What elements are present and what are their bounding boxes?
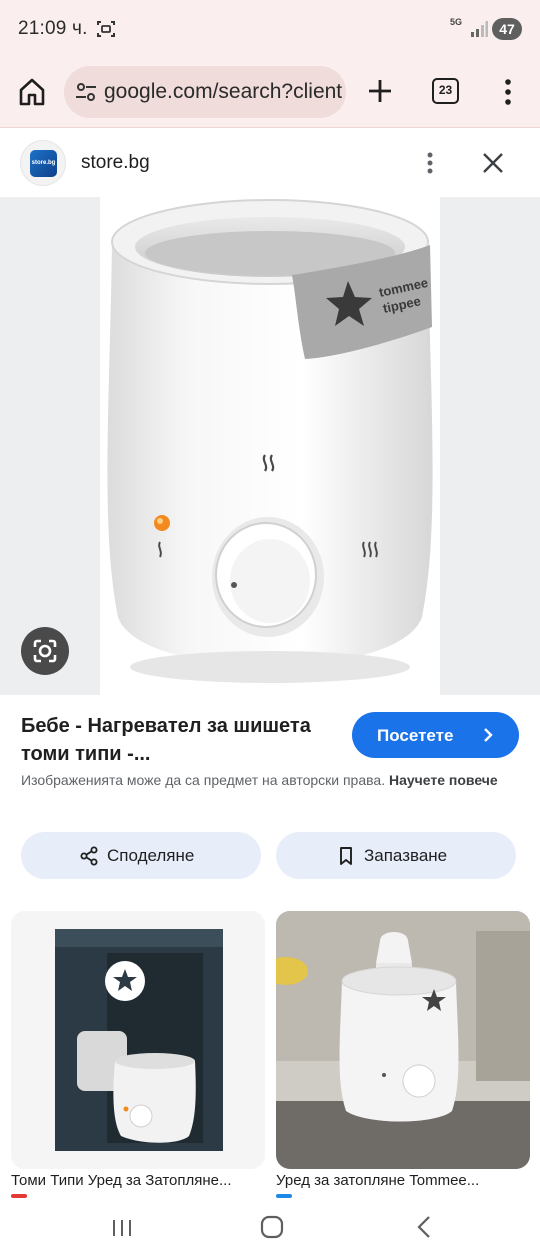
battery-indicator: 47: [492, 18, 522, 40]
main-image-area[interactable]: tommee tippee: [0, 197, 540, 695]
bookmark-icon: [340, 847, 352, 865]
plus-icon[interactable]: [364, 75, 396, 107]
google-lens-button[interactable]: [21, 627, 69, 675]
result-title[interactable]: Бебе - Нагревател за шишета томи типи -.…: [21, 712, 331, 768]
close-icon[interactable]: [480, 150, 506, 176]
copyright-text: Изображенията може да са предмет на авто…: [21, 772, 386, 788]
home-nav-icon[interactable]: [259, 1214, 285, 1240]
source-logo[interactable]: store.bg: [20, 140, 66, 186]
product-image[interactable]: tommee tippee: [100, 197, 440, 695]
more-vert-icon[interactable]: [494, 74, 522, 110]
related-image-2[interactable]: [276, 911, 530, 1169]
recent-apps-icon[interactable]: [110, 1216, 134, 1240]
source-name[interactable]: store.bg: [81, 152, 150, 174]
copyright-notice: Изображенията може да са предмет на авто…: [21, 770, 521, 791]
network-type: 5G: [450, 17, 463, 27]
visit-button[interactable]: Посетете: [352, 712, 519, 758]
tab-switcher-button[interactable]: 23: [432, 78, 459, 104]
browser-toolbar: google.com/search?client 23: [0, 58, 540, 128]
google-lens-icon: [33, 639, 57, 663]
visit-label: Посетете: [377, 726, 454, 745]
related-image-1[interactable]: [11, 911, 265, 1169]
tune-icon[interactable]: [74, 80, 98, 104]
save-label: Запазване: [364, 846, 448, 865]
back-icon[interactable]: [413, 1214, 435, 1240]
related-caption-1[interactable]: Томи Типи Уред за Затопляне...: [11, 1172, 265, 1189]
related-caption-2[interactable]: Уред за затопляне Tommee...: [276, 1172, 530, 1189]
source-logo-mark: store.bg: [30, 150, 57, 177]
share-label: Споделяне: [107, 846, 195, 865]
chevron-right-icon: [484, 728, 493, 742]
home-icon[interactable]: [14, 74, 50, 110]
share-button[interactable]: Споделяне: [21, 832, 261, 879]
signal-icon: [471, 21, 488, 37]
system-nav-bar: [0, 1198, 540, 1260]
share-icon: [80, 846, 98, 866]
save-button[interactable]: Запазване: [276, 832, 516, 879]
status-time: 21:09 ч.: [18, 18, 88, 39]
warmer-with-bottle-image: [276, 911, 530, 1169]
bottle-warmer-image: tommee tippee: [107, 199, 433, 683]
address-bar[interactable]: google.com/search?client: [64, 66, 346, 118]
status-bar: 21:09 ч. 5G 47: [0, 0, 540, 58]
url-text[interactable]: google.com/search?client: [104, 80, 342, 104]
more-vert-icon[interactable]: [418, 149, 442, 177]
image-source-header: store.bg store.bg: [0, 129, 540, 197]
screen-capture-icon: [97, 21, 115, 37]
product-box-image: [11, 911, 265, 1169]
learn-more-link[interactable]: Научете повече: [389, 772, 498, 788]
